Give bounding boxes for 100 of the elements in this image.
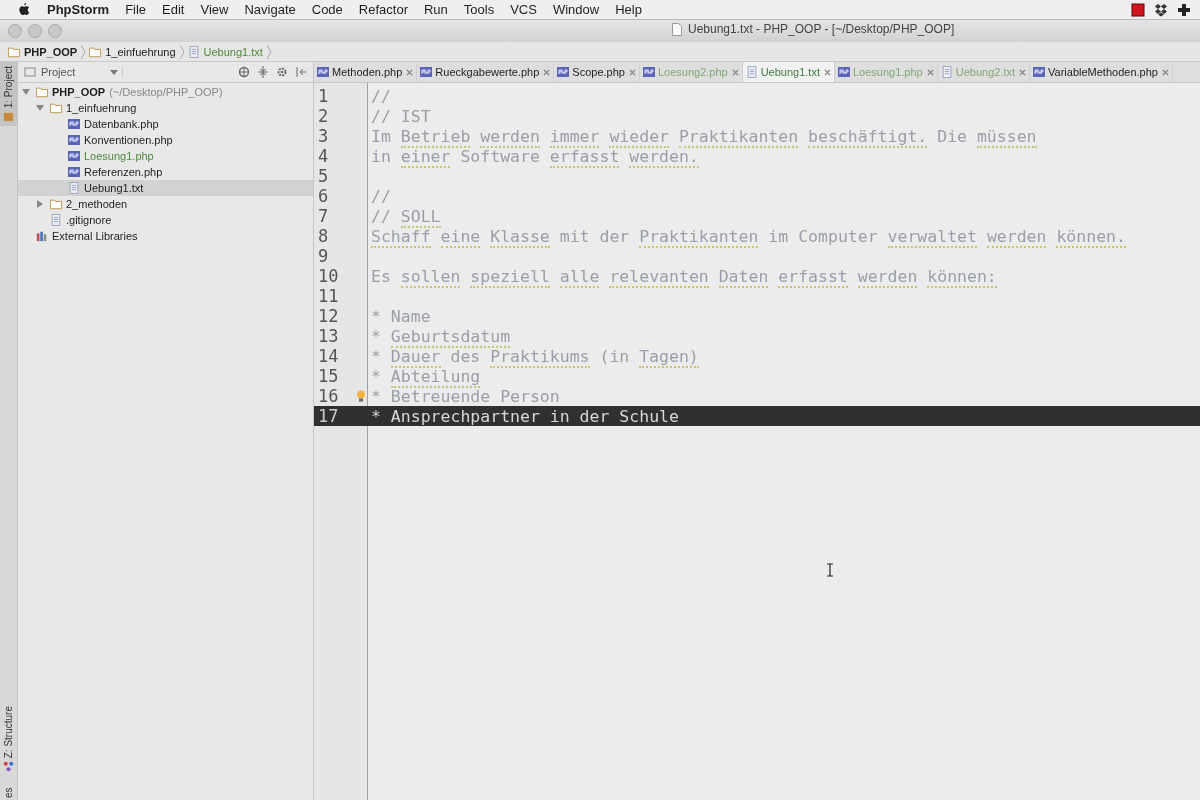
editor-tab[interactable]: Methoden.php <box>314 62 418 82</box>
code-line: * Name <box>371 306 431 326</box>
structure-tool-button[interactable]: Z: Structure <box>2 701 15 776</box>
editor-tab[interactable]: Scope.php <box>554 62 640 82</box>
menu-item[interactable]: Window <box>552 2 600 17</box>
php-file-icon <box>68 134 80 146</box>
tree-item[interactable]: 2_methoden <box>18 196 313 212</box>
code-line: * Dauer des Praktikums (in Tagen) <box>371 346 699 366</box>
expand-arrow-icon[interactable] <box>22 88 30 96</box>
php-file-icon <box>642 66 655 78</box>
code-line: // IST <box>371 106 431 126</box>
breadcrumb-item[interactable]: Uebung1.txt <box>187 45 263 58</box>
code-line: * Ansprechpartner in der Schule <box>371 406 679 426</box>
project-view-dropdown[interactable]: Project <box>24 66 123 78</box>
window-title: Uebung1.txt - PHP_OOP - [~/Desktop/PHP_OOP] <box>688 22 955 36</box>
close-icon[interactable] <box>731 68 739 76</box>
text-file-icon <box>68 182 80 194</box>
menu-item[interactable]: Help <box>615 2 642 17</box>
project-view-icon <box>24 66 36 78</box>
menu-item[interactable]: File <box>125 2 147 17</box>
code-line: * Abteilung <box>371 366 481 386</box>
editor-tab[interactable]: Uebung1.txt <box>742 62 835 82</box>
line-number: 13 <box>317 326 340 346</box>
line-number: 14 <box>317 346 340 366</box>
minimize-button[interactable] <box>28 24 42 38</box>
line-number: 4 <box>317 146 330 166</box>
line-number: 5 <box>317 166 330 186</box>
code-line: in einer Software erfasst werden. <box>371 146 699 166</box>
menu-item[interactable]: Navigate <box>244 2 296 17</box>
text-cursor-icon <box>826 563 834 577</box>
close-icon[interactable] <box>406 68 414 76</box>
line-number: 1 <box>317 86 330 106</box>
tree-item[interactable]: .gitignore <box>18 212 313 228</box>
code-line: // <box>371 86 391 106</box>
line-number: 15 <box>317 366 340 386</box>
menu-item[interactable]: Refactor <box>358 2 408 17</box>
php-file-icon <box>68 118 80 130</box>
code-line: * Geburtsdatum <box>371 326 511 346</box>
tree-item[interactable]: Loesung1.php <box>18 148 313 164</box>
menu-item[interactable]: View <box>200 2 229 17</box>
breadcrumb-item[interactable]: 1_einfuehrung <box>89 45 176 58</box>
collapse-icon[interactable] <box>257 66 269 78</box>
close-icon[interactable] <box>628 68 636 76</box>
text-file-icon <box>940 66 953 78</box>
close-icon[interactable] <box>1161 68 1169 76</box>
text-file-icon <box>745 66 758 78</box>
close-icon[interactable] <box>824 68 831 76</box>
close-window-button[interactable] <box>8 24 22 38</box>
record-icon[interactable] <box>1131 2 1145 17</box>
tree-item[interactable]: 1_einfuehrung <box>18 100 313 116</box>
dropbox-icon[interactable] <box>1154 2 1168 17</box>
library-icon <box>36 230 48 242</box>
breadcrumb-item[interactable]: PHP_OOP <box>8 45 78 58</box>
tree-item[interactable]: PHP_OOP (~/Desktop/PHP_OOP) <box>18 84 313 100</box>
menu-item[interactable]: VCS <box>510 2 537 17</box>
line-number: 6 <box>317 186 330 206</box>
close-icon[interactable] <box>543 68 551 76</box>
tree-item[interactable]: Referenzen.php <box>18 164 313 180</box>
lightbulb-icon[interactable] <box>356 390 366 402</box>
expand-arrow-icon[interactable] <box>36 104 44 112</box>
line-number: 7 <box>317 206 330 226</box>
menu-item[interactable]: Run <box>423 2 448 17</box>
tree-item[interactable]: External Libraries <box>18 228 313 244</box>
settings-icon[interactable] <box>276 66 288 78</box>
line-number: 17 <box>317 406 340 426</box>
line-number: 12 <box>317 306 340 326</box>
php-file-icon <box>317 66 329 78</box>
text-file-icon <box>50 214 62 226</box>
zoom-button[interactable] <box>48 24 62 38</box>
tree-item[interactable]: Uebung1.txt <box>18 180 313 196</box>
code-line: // <box>371 186 391 206</box>
hide-icon[interactable] <box>295 66 307 78</box>
line-number: 10 <box>317 266 340 286</box>
editor-tab[interactable]: Rueckgabewerte.php <box>417 62 555 82</box>
php-file-icon <box>1033 66 1046 78</box>
code-line: Schaff eine Klasse mit der Praktikanten im Computer verwaltet werden können. <box>371 226 1126 246</box>
favorites-tool-button[interactable]: es <box>3 784 14 798</box>
document-icon <box>672 22 682 36</box>
menu-item[interactable]: Edit <box>162 2 185 17</box>
project-tool-button[interactable]: 1: Project <box>0 62 17 127</box>
chevron-icon <box>80 43 87 60</box>
close-icon[interactable] <box>1019 68 1027 76</box>
line-number: 2 <box>317 106 330 126</box>
menu-item[interactable]: Code <box>311 2 343 17</box>
line-number: 11 <box>317 286 340 306</box>
apple-icon[interactable] <box>17 2 30 17</box>
plus-icon[interactable] <box>1177 2 1191 17</box>
text-file-icon <box>187 45 200 58</box>
tree-item[interactable]: Konventionen.php <box>18 132 313 148</box>
editor-tab[interactable]: VariableMethoden.php <box>1030 62 1173 82</box>
tree-item[interactable]: Datenbank.php <box>18 116 313 132</box>
php-file-icon <box>557 66 570 78</box>
close-icon[interactable] <box>926 68 934 76</box>
structure-icon <box>3 761 14 772</box>
expand-arrow-icon[interactable] <box>36 200 44 208</box>
target-icon[interactable] <box>238 66 250 78</box>
php-file-icon <box>838 66 850 78</box>
app-menu[interactable]: PhpStorm <box>47 2 110 17</box>
menu-item[interactable]: Tools <box>463 2 495 17</box>
php-file-icon <box>68 166 80 178</box>
